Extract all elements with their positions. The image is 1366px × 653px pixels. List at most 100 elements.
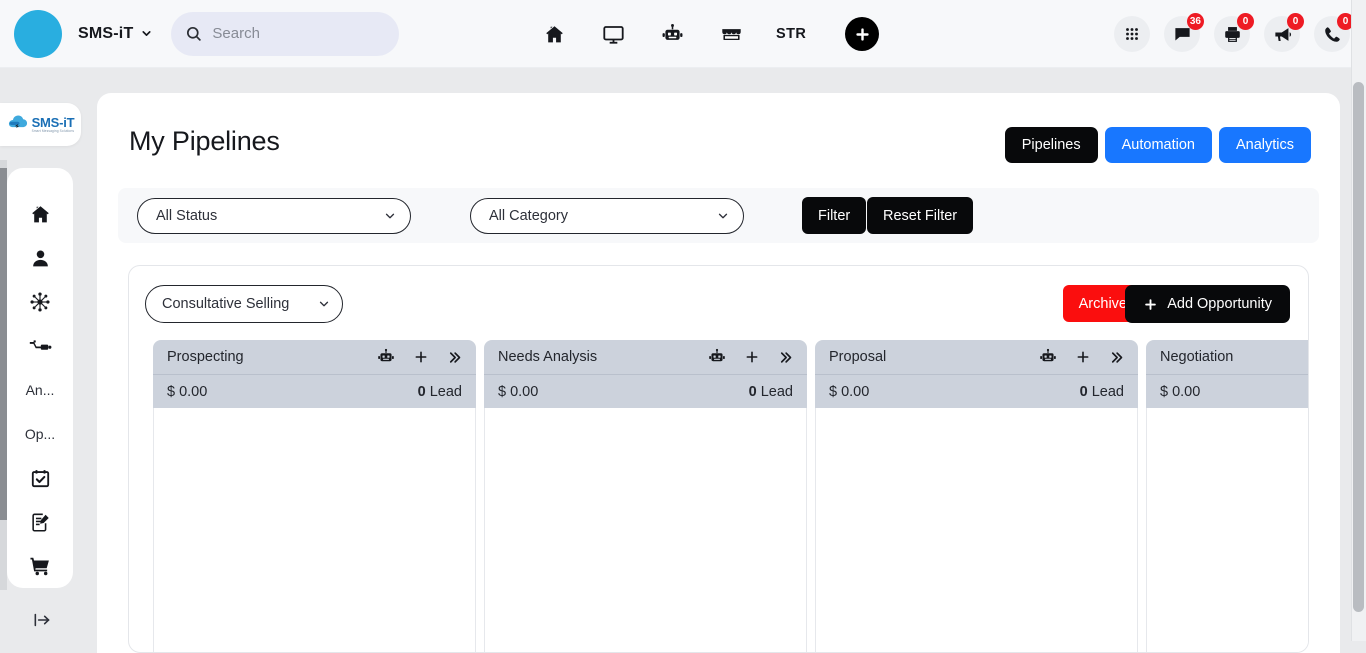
main-content-panel: My Pipelines Pipelines Automation Analyt… — [97, 93, 1340, 653]
column-actions — [1039, 348, 1124, 366]
double-chevron-right-icon[interactable] — [1109, 350, 1124, 365]
phone-icon[interactable]: 0 — [1314, 13, 1354, 52]
sidebar-item-analytics-label: An... — [25, 382, 55, 398]
double-chevron-right-icon[interactable] — [447, 350, 462, 365]
sidebar-item-calendar[interactable] — [18, 464, 62, 492]
column-actions — [708, 348, 793, 366]
column-lead-count: 0 Lead — [749, 384, 793, 400]
sidebar-item-analytics[interactable]: An... — [18, 376, 62, 404]
nav-store-button[interactable] — [717, 20, 745, 48]
sidebar-item-home[interactable] — [18, 200, 62, 228]
brand-avatar[interactable] — [14, 9, 62, 58]
column-title: Negotiation — [1160, 349, 1234, 365]
column-summary: $ 0.00 0 Lead — [484, 374, 807, 408]
column-drop-area[interactable] — [484, 408, 807, 652]
nav-str-label[interactable]: STR — [776, 26, 806, 42]
nav-home-button[interactable] — [540, 20, 568, 48]
sidebar-logo[interactable]: SMS-iT Smart Messaging Solutions — [0, 103, 81, 146]
robot-icon[interactable] — [1039, 348, 1057, 366]
pipeline-board-card: Consultative Selling Archive Add Opportu… — [128, 265, 1309, 653]
sidebar-expand-button[interactable] — [28, 608, 56, 632]
robot-icon[interactable] — [377, 348, 395, 366]
sidebar-logo-main: SMS-iT — [31, 114, 75, 130]
megaphone-badge: 0 — [1287, 13, 1304, 30]
page-scrollbar-track[interactable] — [1351, 0, 1366, 641]
category-filter-dropdown[interactable]: All Category — [470, 198, 744, 234]
sidebar-item-opportunities-label: Op... — [24, 426, 56, 442]
page-title: My Pipelines — [129, 126, 280, 156]
page-scrollbar-thumb[interactable] — [1353, 82, 1364, 612]
add-card-icon[interactable] — [744, 349, 760, 365]
chevron-down-icon — [716, 209, 730, 223]
status-filter-dropdown[interactable]: All Status — [137, 198, 411, 234]
nav-robot-button[interactable] — [658, 20, 686, 48]
filter-button[interactable]: Filter — [802, 197, 867, 234]
column-summary: $ 0.00 0 Lead — [153, 374, 476, 408]
column-header: Prospecting — [153, 340, 476, 374]
kanban-column-prospecting: Prospecting $ 0.00 0 Lead — [153, 340, 476, 652]
tab-analytics[interactable]: Analytics — [1218, 127, 1311, 163]
page-tabs: Pipelines Automation Analytics — [1004, 127, 1311, 163]
sidebar-logo-sub: Smart Messaging Solutions — [31, 128, 75, 133]
tab-pipelines[interactable]: Pipelines — [1004, 127, 1098, 163]
sidebar-item-contacts[interactable] — [18, 244, 62, 272]
sidebar-scrollbar-thumb[interactable] — [0, 168, 7, 520]
apps-grid-icon[interactable] — [1114, 16, 1150, 52]
robot-icon[interactable] — [708, 348, 726, 366]
kanban-board: Prospecting $ 0.00 0 Lead Needs Analysis… — [153, 340, 1308, 652]
calendar-check-icon — [31, 469, 49, 487]
expand-arrow-icon — [34, 613, 50, 627]
nav-monitor-button[interactable] — [599, 20, 627, 48]
column-count: 0 — [748, 383, 757, 400]
home-icon — [31, 205, 49, 222]
add-card-icon[interactable] — [413, 349, 429, 365]
status-filter-value: All Status — [156, 208, 218, 224]
sidebar-logo-text: SMS-iT Smart Messaging Solutions — [32, 116, 75, 133]
contact-person-icon — [32, 250, 48, 266]
column-amount: $ 0.00 — [498, 383, 539, 400]
column-count-label: Lead — [760, 383, 793, 400]
chat-messages-icon[interactable]: 36 — [1164, 13, 1204, 52]
sidebar-item-pipeline[interactable] — [18, 332, 62, 360]
add-card-icon[interactable] — [1075, 349, 1091, 365]
plus-icon — [1143, 297, 1158, 312]
column-drop-area[interactable] — [1146, 408, 1308, 652]
kanban-column-negotiation: Negotiation $ 0.00 — [1146, 340, 1308, 652]
column-actions — [377, 348, 462, 366]
chevron-down-icon[interactable] — [140, 27, 153, 40]
add-opportunity-label: Add Opportunity — [1167, 296, 1272, 312]
column-count: 0 — [417, 383, 426, 400]
category-filter-value: All Category — [489, 208, 568, 224]
printer-badge: 0 — [1237, 13, 1254, 30]
tab-automation[interactable]: Automation — [1104, 127, 1212, 163]
network-hub-icon — [30, 292, 50, 312]
column-count: 0 — [1079, 383, 1088, 400]
global-add-button[interactable] — [845, 17, 880, 51]
search-box[interactable] — [171, 11, 400, 56]
column-title: Prospecting — [167, 349, 244, 365]
kanban-column-needs-analysis: Needs Analysis $ 0.00 0 Lead — [484, 340, 807, 652]
column-lead-count: 0 Lead — [418, 384, 462, 400]
column-lead-count: 0 Lead — [1080, 384, 1124, 400]
megaphone-icon[interactable]: 0 — [1264, 13, 1304, 52]
column-header: Negotiation — [1146, 340, 1308, 374]
column-count-label: Lead — [1091, 383, 1124, 400]
pipeline-selector-value: Consultative Selling — [162, 296, 290, 312]
column-drop-area[interactable] — [153, 408, 476, 652]
shopping-cart-icon — [30, 557, 49, 576]
column-drop-area[interactable] — [815, 408, 1138, 652]
sidebar-item-forms[interactable] — [18, 508, 62, 536]
funnel-pipeline-icon — [29, 340, 51, 350]
column-amount: $ 0.00 — [829, 383, 870, 400]
sidebar-item-cart[interactable] — [18, 552, 62, 580]
search-input[interactable] — [212, 25, 373, 42]
double-chevron-right-icon[interactable] — [778, 350, 793, 365]
chevron-down-icon — [317, 297, 331, 311]
printer-icon[interactable]: 0 — [1214, 13, 1254, 52]
kanban-column-proposal: Proposal $ 0.00 0 Lead — [815, 340, 1138, 652]
reset-filter-button[interactable]: Reset Filter — [867, 197, 974, 234]
sidebar-item-opportunities[interactable]: Op... — [18, 420, 62, 448]
sidebar-item-network[interactable] — [18, 288, 62, 316]
add-opportunity-button[interactable]: Add Opportunity — [1125, 285, 1290, 323]
pipeline-selector-dropdown[interactable]: Consultative Selling — [145, 285, 343, 323]
